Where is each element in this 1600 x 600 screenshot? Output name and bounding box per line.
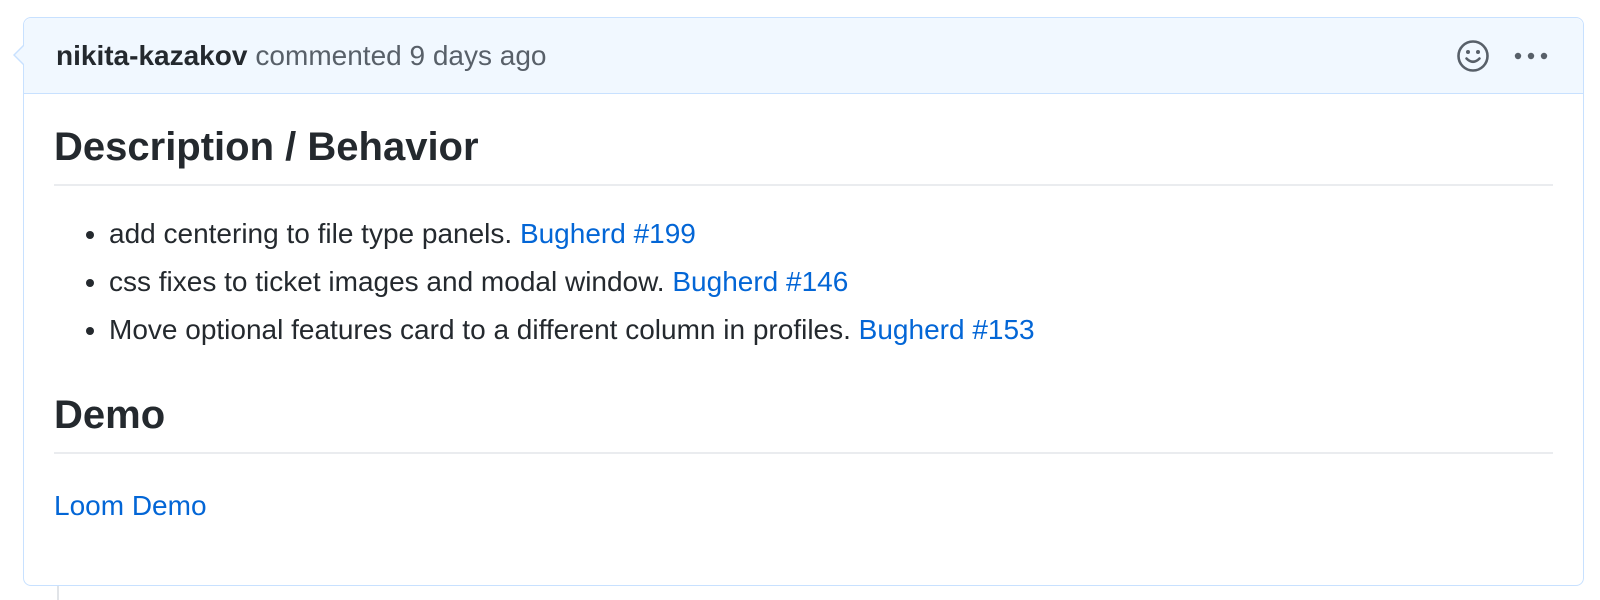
loom-demo-link[interactable]: Loom Demo [54, 490, 207, 521]
comment-box: nikita-kazakov commented 9 days ago Desc… [13, 17, 1584, 586]
section-heading-description: Description / Behavior [54, 124, 1553, 186]
bugherd-link[interactable]: Bugherd #146 [672, 266, 848, 297]
list-item-text: Move optional features card to a differe… [109, 314, 851, 345]
list-item: Move optional features card to a differe… [109, 306, 1553, 354]
list-item: add centering to file type panels. Bughe… [109, 210, 1553, 258]
comment-action: commented [255, 39, 402, 71]
change-list: add centering to file type panels. Bughe… [54, 210, 1553, 354]
list-item-text: add centering to file type panels. [109, 218, 513, 249]
section-heading-demo: Demo [54, 392, 1553, 454]
bugherd-link[interactable]: Bugherd #199 [520, 218, 696, 249]
smiley-icon [1457, 39, 1489, 72]
author-link[interactable]: nikita-kazakov [56, 40, 247, 72]
comment-arrow-inner [15, 45, 25, 65]
comment-timestamp[interactable]: 9 days ago [410, 40, 547, 72]
more-options-button[interactable] [1511, 36, 1551, 76]
list-item-text: css fixes to ticket images and modal win… [109, 266, 665, 297]
kebab-horizontal-icon [1514, 52, 1548, 59]
list-item: css fixes to ticket images and modal win… [109, 258, 1553, 306]
comment-header: nikita-kazakov commented 9 days ago [24, 18, 1583, 94]
header-actions [1453, 36, 1551, 76]
demo-link-container: Loom Demo [54, 490, 1553, 522]
bugherd-link[interactable]: Bugherd #153 [859, 314, 1035, 345]
add-reaction-button[interactable] [1453, 36, 1493, 76]
comment-body: Description / Behavior add centering to … [24, 94, 1583, 522]
